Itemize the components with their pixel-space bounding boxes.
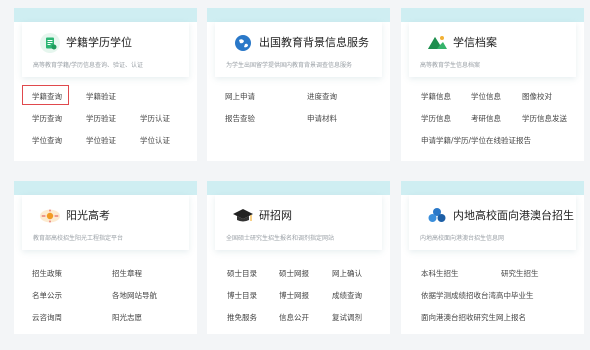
link-cloud-consult-week[interactable]: 云咨询周 [32,312,62,323]
link-phd-catalog[interactable]: 博士目录 [227,290,257,301]
card-title: 学籍学历学位 [66,36,132,49]
link-apply-materials[interactable]: 申请材料 [307,113,337,124]
link-site-navigation[interactable]: 各地网站导航 [112,290,157,301]
link-kaoyan-info[interactable]: 考研信息 [471,113,501,124]
link-xueji-verify[interactable]: 学籍验证 [86,91,116,102]
card-xueji: 学籍学历学位 高等教育学籍/学历信息查询、验证、认证 学籍查询 学籍验证 学历查… [14,8,197,161]
card-description: 高等教育学籍/学历信息查询、验证、认证 [33,62,144,69]
link-info-public[interactable]: 信息公开 [279,312,309,323]
card-yangguang: 阳光高考 教育部高校招生阳光工程指定平台 招生政策 招生章程 名单公示 各地网站… [14,181,197,334]
card-top-bar [14,8,197,22]
link-xueli-info[interactable]: 学历信息 [421,113,451,124]
link-admission-policy[interactable]: 招生政策 [32,268,62,279]
card-description: 全国硕士研究生招生报名和调剂指定网站 [226,235,335,242]
link-retest-adjust[interactable]: 复试调剂 [332,312,362,323]
link-grad-admission[interactable]: 研究生招生 [501,268,539,279]
link-xuewei-query[interactable]: 学位查询 [32,135,62,146]
link-master-catalog[interactable]: 硕士目录 [227,268,257,279]
link-image-proof[interactable]: 图像校对 [522,91,552,102]
link-online-apply[interactable]: 网上申请 [225,91,255,102]
link-xueli-send[interactable]: 学历信息发送 [522,113,567,124]
globe-icon [232,32,254,54]
card-header[interactable]: 出国教育背景信息服务 为学生出国留学提供国内教育背景调查信息服务 [215,22,382,77]
card-gangaotai: 内地高校面向港澳台招生 内地高校面向港澳台招生信息网 本科生招生 研究生招生 依… [401,181,584,334]
card-header[interactable]: 学籍学历学位 高等教育学籍/学历信息查询、验证、认证 [22,22,189,77]
graduation-cap-icon [232,205,254,227]
card-description: 高等教育学生信息档案 [420,62,481,69]
folder-icon [426,32,448,54]
card-chuguo: 出国教育背景信息服务 为学生出国留学提供国内教育背景调查信息服务 网上申请 进度… [207,8,390,161]
link-grad-online-apply[interactable]: 面向港澳台招收研究生网上报名 [421,312,526,323]
card-top-bar [207,8,390,22]
card-description: 内地高校面向港澳台招生信息网 [420,235,505,242]
card-header[interactable]: 阳光高考 教育部高校招生阳光工程指定平台 [22,195,189,250]
link-xuewei-cert[interactable]: 学位认证 [140,135,170,146]
card-title: 阳光高考 [66,209,110,222]
link-phd-apply[interactable]: 博士网报 [279,290,309,301]
card-header[interactable]: 研招网 全国硕士研究生招生报名和调剂指定网站 [215,195,382,250]
card-xuexin-dangan: 学信档案 高等教育学生信息档案 学籍信息 学位信息 图像校对 学历信息 考研信息… [401,8,584,161]
card-header[interactable]: 学信档案 高等教育学生信息档案 [409,22,576,77]
card-top-bar [401,181,584,195]
document-icon [39,32,61,54]
card-title: 出国教育背景信息服务 [259,36,369,49]
link-undergrad-admission[interactable]: 本科生招生 [421,268,459,279]
link-sunshine-volunteer[interactable]: 阳光志愿 [112,312,142,323]
link-list-publicity[interactable]: 名单公示 [32,290,62,301]
link-report-check[interactable]: 报告查验 [225,113,255,124]
link-xuewei-verify[interactable]: 学位验证 [86,135,116,146]
card-top-bar [401,8,584,22]
card-description: 为学生出国留学提供国内教育背景调查信息服务 [226,62,353,69]
card-top-bar [207,181,390,195]
link-recommend-service[interactable]: 推免服务 [227,312,257,323]
link-admission-charter[interactable]: 招生章程 [112,268,142,279]
card-description: 教育部高校招生阳光工程指定平台 [33,235,124,242]
people-icon [426,205,448,227]
link-xuewei-info[interactable]: 学位信息 [471,91,501,102]
card-yanzhao: 研招网 全国硕士研究生招生报名和调剂指定网站 硕士目录 硕士网报 网上确认 博士… [207,181,390,334]
card-title: 研招网 [259,209,292,222]
link-xueji-info[interactable]: 学籍信息 [421,91,451,102]
link-online-verify-report[interactable]: 申请学籍/学历/学位在线验证报告 [421,135,531,146]
link-online-confirm[interactable]: 网上确认 [332,268,362,279]
link-score-query[interactable]: 成绩查询 [332,290,362,301]
card-title: 内地高校面向港澳台招生 [453,209,574,222]
link-master-apply[interactable]: 硕士网报 [279,268,309,279]
link-progress-query[interactable]: 进度查询 [307,91,337,102]
sun-logo-icon [39,205,61,227]
link-xueli-verify[interactable]: 学历验证 [86,113,116,124]
link-xueli-query[interactable]: 学历查询 [32,113,62,124]
card-top-bar [14,181,197,195]
card-header[interactable]: 内地高校面向港澳台招生 内地高校面向港澳台招生信息网 [409,195,576,250]
card-title: 学信档案 [453,36,497,49]
link-taiwan-admission[interactable]: 依据学测成绩招收台湾高中毕业生 [421,290,534,301]
link-xueji-query[interactable]: 学籍查询 [32,91,62,102]
link-xueli-cert[interactable]: 学历认证 [140,113,170,124]
